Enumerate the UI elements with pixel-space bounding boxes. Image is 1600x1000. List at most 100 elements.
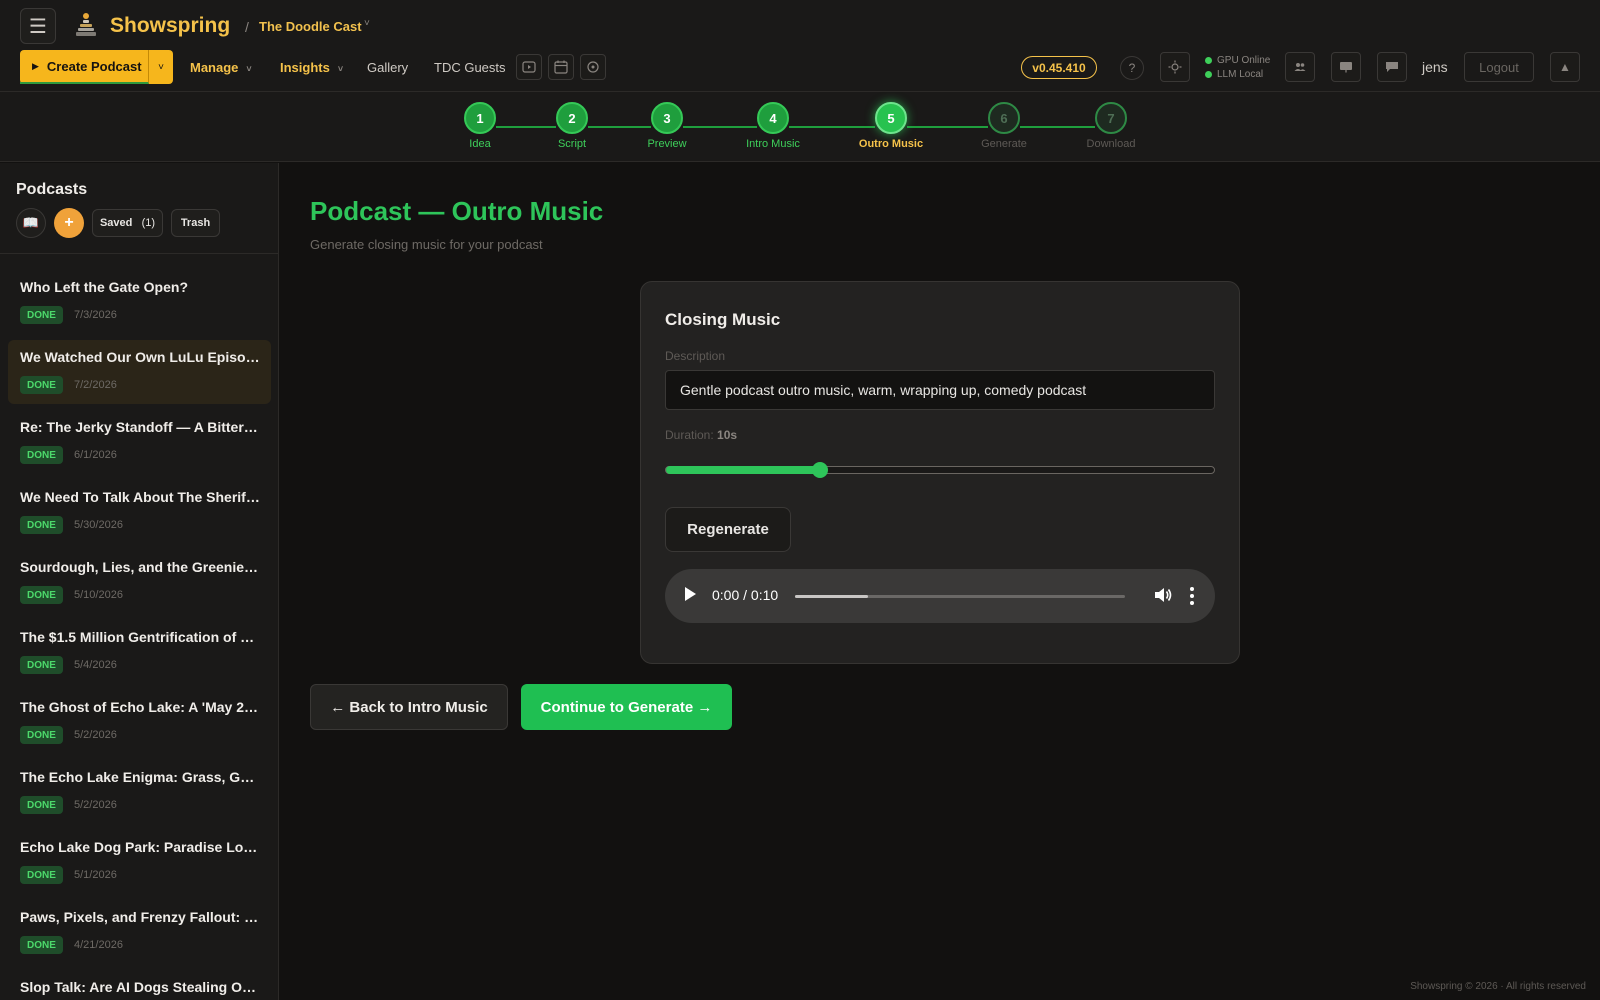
create-podcast-main[interactable]: ▶ Create Podcast [20, 50, 149, 84]
llm-status: LLM Local [1205, 69, 1263, 80]
podcast-date: 5/4/2026 [74, 659, 117, 671]
podcast-list-item[interactable]: We Need To Talk About The Sheriff'... DON… [8, 480, 271, 544]
play-icon[interactable] [685, 587, 696, 601]
podcast-title: The $1.5 Million Gentrification of Ec... [20, 629, 260, 645]
podcast-list-item[interactable]: The $1.5 Million Gentrification of Ec...… [8, 620, 271, 684]
podcast-title: Sourdough, Lies, and the Greenie C... [20, 559, 260, 575]
podcast-date: 5/2/2026 [74, 799, 117, 811]
saved-count: (1) [141, 217, 156, 229]
step-number: 4 [757, 102, 789, 134]
breadcrumb-separator: / [245, 19, 249, 35]
status-dot [1205, 71, 1212, 78]
volume-icon[interactable] [1153, 585, 1173, 605]
page-subtitle: Generate closing music for your podcast [310, 237, 543, 252]
description-input[interactable]: Gentle podcast outro music, warm, wrappi… [665, 370, 1215, 410]
status-badge: DONE [20, 796, 63, 814]
podcast-title: Echo Lake Dog Park: Paradise Lost ... [20, 839, 260, 855]
podcast-title: The Ghost of Echo Lake: A 'May 202... [20, 699, 260, 715]
podcast-date: 4/21/2026 [74, 939, 123, 951]
step-label: Download [1086, 138, 1136, 150]
step-number: 6 [988, 102, 1020, 134]
duration-label-text: Duration: [665, 428, 714, 442]
podcast-title: Paws, Pixels, and Frenzy Fallout: Do... [20, 909, 260, 925]
podcast-list-item[interactable]: Who Left the Gate Open? DONE 7/3/2026 [8, 270, 271, 334]
status-badge: DONE [20, 516, 63, 534]
step-number: 1 [464, 102, 496, 134]
users-icon[interactable] [1285, 52, 1315, 82]
menu-icon[interactable]: ☰ [20, 8, 56, 44]
step-7: 7 Download [1056, 102, 1166, 150]
target-icon[interactable] [580, 54, 606, 80]
collapse-icon[interactable]: ▲ [1550, 52, 1580, 82]
trash-button[interactable]: Trash [171, 209, 220, 237]
podcast-list-item[interactable]: Sourdough, Lies, and the Greenie C... DON… [8, 550, 271, 614]
card-title: Closing Music [665, 310, 781, 329]
book-icon[interactable]: 📖 [16, 208, 46, 238]
podcast-list-item[interactable]: Slop Talk: Are AI Dogs Stealing Our ... [8, 970, 271, 1000]
create-podcast-dropdown[interactable]: ˅ [149, 50, 173, 84]
closing-music-card: Closing Music Description Gentle podcast… [640, 281, 1240, 664]
audio-progress[interactable] [795, 595, 1125, 598]
step-label: Generate [981, 138, 1027, 150]
nav-manage[interactable]: Manage ˅ [190, 60, 252, 75]
podcast-date: 7/2/2026 [74, 379, 117, 391]
status-badge: DONE [20, 656, 63, 674]
status-badge: DONE [20, 586, 63, 604]
chevron-down-icon: ˅ [246, 64, 252, 74]
step-number: 2 [556, 102, 588, 134]
step-label: Outro Music [858, 138, 924, 150]
step-label: Intro Music [746, 138, 800, 150]
gpu-status-label: GPU Online [1217, 55, 1271, 66]
podcast-list-item[interactable]: The Ghost of Echo Lake: A 'May 202... DON… [8, 690, 271, 754]
duration-slider[interactable] [665, 462, 1215, 478]
slider-thumb[interactable] [812, 462, 828, 478]
add-podcast-button[interactable]: + [54, 208, 84, 238]
gpu-status: GPU Online [1205, 55, 1270, 66]
back-to-intro-music-button[interactable]: ← Back to Intro Music [310, 684, 508, 730]
youtube-icon[interactable] [516, 54, 542, 80]
step-6: 6 Generate [949, 102, 1059, 150]
logout-button[interactable]: Logout [1464, 52, 1534, 82]
help-icon[interactable]: ? [1120, 56, 1144, 80]
description-label: Description [665, 349, 726, 363]
step-label: Preview [647, 138, 687, 150]
podcast-list-item[interactable]: We Watched Our Own LuLu Episod... DONE 7/2… [8, 340, 271, 404]
continue-to-generate-button[interactable]: Continue to Generate → [521, 684, 732, 730]
audio-buffered [795, 595, 868, 598]
chevron-down-icon[interactable]: ˅ [364, 18, 370, 29]
play-icon: ▶ [32, 60, 39, 71]
status-badge: DONE [20, 446, 63, 464]
username: jens [1422, 59, 1448, 75]
saved-filter-button[interactable]: Saved (1) [92, 209, 163, 237]
chevron-down-icon: ˅ [337, 64, 344, 74]
theme-toggle-icon[interactable] [1160, 52, 1190, 82]
nav-gallery[interactable]: Gallery [367, 60, 408, 75]
audio-time: 0:00 / 0:10 [712, 587, 779, 603]
podcast-title: Re: The Jerky Standoff — A Bitter Fl... [20, 419, 260, 435]
step-2[interactable]: 2 Script [517, 102, 627, 150]
podcast-list-item[interactable]: Echo Lake Dog Park: Paradise Lost ... DON… [8, 830, 271, 894]
create-podcast-button[interactable]: ▶ Create Podcast ˅ [20, 50, 173, 84]
nav-manage-label: Manage [190, 60, 239, 75]
sidebar-title: Podcasts [16, 181, 88, 198]
podcast-list-item[interactable]: The Echo Lake Enigma: Grass, Gates... DON… [8, 760, 271, 824]
podcast-list-item[interactable]: Re: The Jerky Standoff — A Bitter Fl... D… [8, 410, 271, 474]
podcast-date: 6/1/2026 [74, 449, 117, 461]
calendar-icon[interactable] [548, 54, 574, 80]
status-dot [1205, 57, 1212, 64]
step-4[interactable]: 4 Intro Music [718, 102, 828, 150]
status-badge: DONE [20, 306, 63, 324]
nav-insights[interactable]: Insights ˅ [280, 60, 343, 75]
brand-name: Showspring [110, 14, 231, 37]
nav-tdc-guests[interactable]: TDC Guests [434, 60, 506, 75]
status-badge: DONE [20, 726, 63, 744]
presentation-icon[interactable] [1331, 52, 1361, 82]
step-5[interactable]: 5 Outro Music [836, 102, 946, 150]
more-options-icon[interactable] [1189, 585, 1195, 607]
podcast-list-item[interactable]: Paws, Pixels, and Frenzy Fallout: Do... D… [8, 900, 271, 964]
step-3[interactable]: 3 Preview [612, 102, 722, 150]
regenerate-button[interactable]: Regenerate [665, 507, 791, 552]
chat-icon[interactable] [1377, 52, 1407, 82]
llm-status-label: LLM Local [1217, 69, 1264, 80]
breadcrumb-podcast[interactable]: The Doodle Cast [259, 19, 362, 34]
